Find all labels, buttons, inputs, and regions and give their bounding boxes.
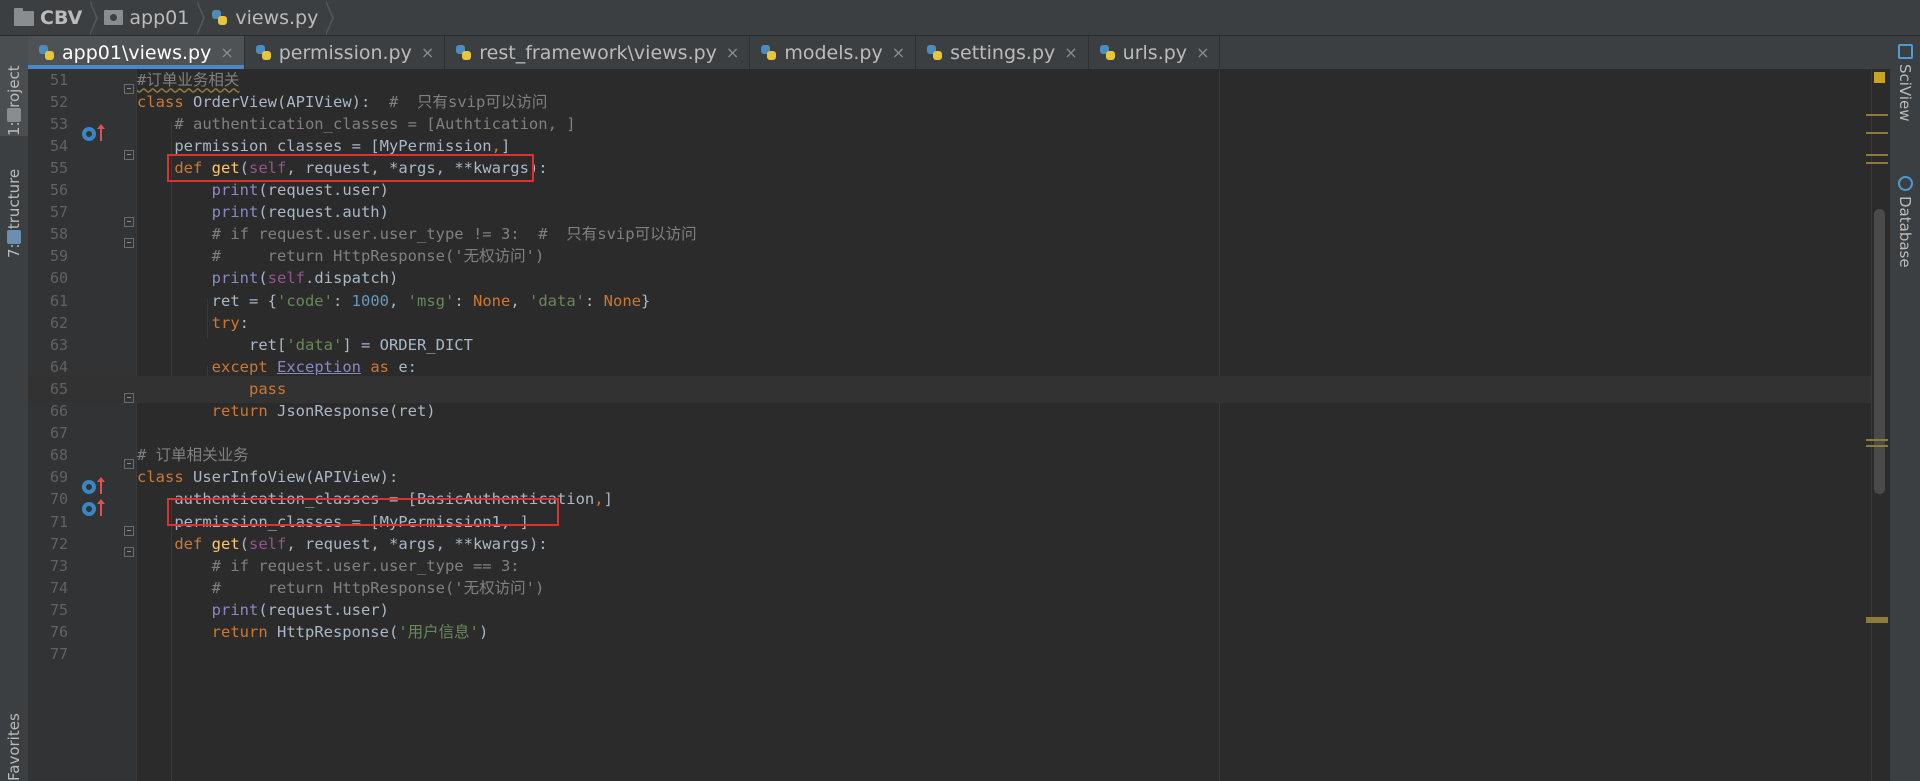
editor-tab[interactable]: rest_framework\views.py × [445,36,751,69]
close-icon[interactable]: × [421,43,434,62]
sciview-tool-button[interactable]: SciView [1890,64,1920,174]
breadcrumb: CBV app01 views.py [0,0,1920,36]
vertical-scrollbar-thumb[interactable] [1874,209,1885,494]
breadcrumb-item-views[interactable]: views.py [211,0,340,36]
implements-arrow-icon[interactable] [97,477,105,494]
database-tool-button[interactable]: Database [1890,196,1920,306]
breadcrumb-label: views.py [235,6,319,29]
breadcrumb-separator [89,0,99,36]
editor-tab-label: urls.py [1122,41,1188,64]
fold-toggle-icon[interactable] [124,547,134,557]
editor-tab[interactable]: models.py × [750,36,917,69]
editor-tab-label: permission.py [278,41,412,64]
fold-toggle-icon[interactable] [124,84,134,94]
code-line[interactable]: 77 [28,641,1871,668]
implements-arrow-icon[interactable] [97,124,105,141]
breadcrumb-separator [196,0,206,36]
fold-toggle-icon[interactable] [124,526,134,536]
python-file-icon [211,9,229,27]
folder-icon [14,8,34,26]
project-icon [7,108,21,122]
editor-tab[interactable]: settings.py × [916,36,1089,69]
highlight-box-line-54 [167,154,534,182]
python-file-icon [926,44,944,62]
python-file-icon [1099,44,1117,62]
implements-arrow-icon[interactable] [97,499,105,516]
editor-tab-label: app01\views.py [62,41,212,64]
structure-icon [7,230,21,244]
package-icon [104,10,124,25]
sciview-icon [1898,44,1913,59]
close-icon[interactable]: × [892,43,905,62]
editor-tab-label: settings.py [950,41,1056,64]
close-icon[interactable]: × [1196,43,1209,62]
fold-toggle-icon[interactable] [124,459,134,469]
breadcrumb-separator [325,0,335,36]
left-tool-strip: 1: Project 7: Structure Favorites [0,36,29,781]
override-marker-icon[interactable] [82,502,96,516]
override-marker-icon[interactable] [82,127,96,141]
fold-toggle-icon[interactable] [124,217,134,227]
editor-tab-bar: app01\views.py × permission.py × rest_framew… [28,36,1890,70]
close-icon[interactable]: × [220,43,233,62]
database-icon [1898,176,1913,191]
breadcrumb-label: CBV [40,6,83,29]
fold-toggle-icon[interactable] [124,393,134,403]
editor-tab-label: rest_framework\views.py [479,41,717,64]
breadcrumb-item-app01[interactable]: app01 [104,0,211,36]
editor-tab[interactable]: permission.py × [245,36,446,69]
close-icon[interactable]: × [1064,43,1077,62]
code-editor[interactable]: 51 #订单业务相关 52 class OrderView(APIView): # 只… [28,69,1890,781]
favorites-tool-button[interactable]: Favorites [0,696,28,781]
fold-toggle-icon[interactable] [124,150,134,160]
editor-tab[interactable]: app01\views.py × [28,36,245,69]
editor-tab-label: models.py [784,41,883,64]
fold-toggle-icon[interactable] [124,238,134,248]
close-icon[interactable]: × [726,43,739,62]
python-file-icon [455,44,473,62]
python-file-icon [255,44,273,62]
highlight-box-line-71 [167,498,559,526]
inspection-status-icon[interactable] [1874,72,1885,83]
python-file-icon [38,44,56,62]
favorites-tool-label: Favorites [5,713,23,781]
database-tool-label: Database [1896,196,1914,268]
override-marker-icon[interactable] [82,480,96,494]
breadcrumb-label: app01 [129,6,190,29]
breadcrumb-item-cbv[interactable]: CBV [14,0,104,36]
python-file-icon [760,44,778,62]
line-number: 77 [49,645,68,664]
editor-tab[interactable]: urls.py × [1089,36,1221,69]
sciview-tool-label: SciView [1896,64,1914,122]
right-tool-strip: SciView Database [1889,36,1920,781]
